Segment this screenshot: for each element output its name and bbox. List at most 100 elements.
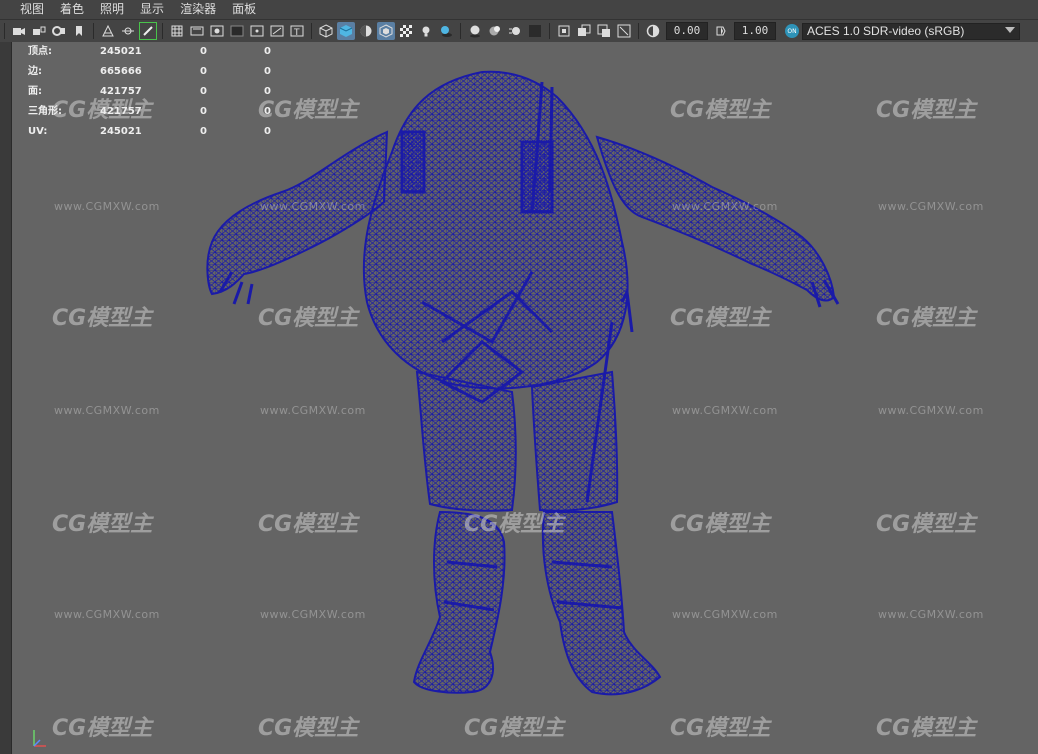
hud-row-edges: 边: 665666 0 0 (28, 62, 308, 82)
hud-value: 0 (264, 126, 271, 137)
menu-view[interactable]: 视图 (0, 0, 52, 19)
toolbar-separator (460, 23, 461, 39)
pivot-icon[interactable] (119, 22, 137, 40)
shadows-icon[interactable] (437, 22, 455, 40)
gate-mask-icon[interactable] (228, 22, 246, 40)
grease-pencil-icon[interactable] (139, 22, 157, 40)
safe-action-icon[interactable] (268, 22, 286, 40)
menu-lighting[interactable]: 照明 (92, 0, 132, 19)
toolbar-separator (638, 23, 639, 39)
svg-text:T: T (293, 28, 300, 37)
watermark-logo: CG模型主 (876, 98, 977, 123)
camera-lock-icon[interactable] (30, 22, 48, 40)
wireframe-character-model[interactable] (12, 42, 1038, 754)
isolate-icon[interactable] (615, 22, 633, 40)
gamma-field[interactable]: 1.00 (734, 22, 776, 40)
image-plane-icon[interactable] (99, 22, 117, 40)
camera-icon[interactable] (10, 22, 28, 40)
hud-value: 0 (264, 66, 271, 77)
menu-shading[interactable]: 着色 (52, 0, 92, 19)
hud-label: 三角形: (28, 106, 62, 117)
left-panel-edge (0, 42, 12, 754)
gamma-icon[interactable] (712, 22, 730, 40)
exposure-field[interactable]: 0.00 (666, 22, 708, 40)
panel-toolbar: T 0.00 1.00 ON ACES 1.0 SDR-video (sRGB) (0, 20, 1038, 43)
grid-icon[interactable] (168, 22, 186, 40)
toolbar-separator (93, 23, 94, 39)
watermark-logo: CG模型主 (876, 512, 977, 537)
checker-texture-icon[interactable] (397, 22, 415, 40)
view-axis-gizmo-icon (33, 730, 46, 747)
hud-value: 0 (200, 86, 207, 97)
backface-icon[interactable] (595, 22, 613, 40)
watermark-url: www.CGMXW.com (54, 404, 160, 417)
watermark-url: www.CGMXW.com (260, 200, 366, 213)
toolbar-separator (311, 23, 312, 39)
3d-viewport[interactable]: CG模型主 CG模型主 CG模型主 CG模型主 www.CGMXW.com ww… (12, 42, 1038, 754)
xray-icon[interactable] (555, 22, 573, 40)
reflection-icon[interactable] (486, 22, 504, 40)
motion-blur-icon[interactable] (506, 22, 524, 40)
resolution-gate-icon[interactable] (208, 22, 226, 40)
watermark-logo: CG模型主 (670, 98, 771, 123)
watermark-logo: CG模型主 (876, 306, 977, 331)
hud-row-vertices: 顶点: 245021 0 0 (28, 42, 308, 62)
watermark-url: www.CGMXW.com (54, 200, 160, 213)
toolbar-separator (549, 23, 550, 39)
menu-renderer[interactable]: 渲染器 (172, 0, 224, 19)
toolbar-separator (162, 23, 163, 39)
lights-icon[interactable] (417, 22, 435, 40)
hud-row-faces: 面: 421757 0 0 (28, 82, 308, 102)
watermark-logo: CG模型主 (258, 512, 359, 537)
watermark-url: www.CGMXW.com (878, 608, 984, 621)
color-space-dropdown[interactable]: ACES 1.0 SDR-video (sRGB) (802, 22, 1020, 40)
watermark-logo: CG模型主 (670, 306, 771, 331)
watermark-logo: CG模型主 (52, 716, 153, 741)
heads-up-display-poly-count: 顶点: 245021 0 0 边: 665666 0 0 面: 421757 0… (28, 42, 308, 142)
field-chart-icon[interactable] (248, 22, 266, 40)
hud-value: 665666 (100, 66, 142, 77)
watermark-logo: CG模型主 (52, 512, 153, 537)
chevron-down-icon (1005, 26, 1015, 33)
ambient-occlusion-icon[interactable] (466, 22, 484, 40)
watermark-url: www.CGMXW.com (672, 200, 778, 213)
toolbar-separator (4, 23, 5, 39)
hud-label: UV: (28, 126, 48, 137)
menu-show[interactable]: 显示 (132, 0, 172, 19)
film-gate-icon[interactable] (188, 22, 206, 40)
watermark-url: www.CGMXW.com (260, 404, 366, 417)
watermark-url: www.CGMXW.com (54, 608, 160, 621)
color-space-value: ACES 1.0 SDR-video (sRGB) (807, 24, 965, 38)
watermark-logo: CG模型主 (464, 716, 565, 741)
watermark-logo: CG模型主 (258, 306, 359, 331)
hud-label: 顶点: (28, 46, 52, 57)
hud-value: 245021 (100, 126, 142, 137)
camera-attributes-icon[interactable] (50, 22, 68, 40)
safe-title-icon[interactable]: T (288, 22, 306, 40)
wireframe-icon[interactable] (317, 22, 335, 40)
hud-row-uvs: UV: 245021 0 0 (28, 122, 308, 142)
exposure-icon[interactable] (644, 22, 662, 40)
hud-label: 边: (28, 66, 42, 77)
hud-value: 0 (200, 106, 207, 117)
watermark-logo: CG模型主 (464, 512, 565, 537)
color-management-icon[interactable]: ON (785, 24, 799, 38)
menu-panels[interactable]: 面板 (224, 0, 264, 19)
hud-label: 面: (28, 86, 42, 97)
hud-value: 421757 (100, 106, 142, 117)
menu-bar: 视图 着色 照明 显示 渲染器 面板 (0, 0, 1038, 20)
hud-value: 421757 (100, 86, 142, 97)
hud-row-triangles: 三角形: 421757 0 0 (28, 102, 308, 122)
smooth-shade-icon[interactable] (337, 22, 355, 40)
watermark-logo: CG模型主 (670, 512, 771, 537)
bookmark-icon[interactable] (70, 22, 88, 40)
shade-wireframe-icon[interactable] (357, 22, 375, 40)
hud-value: 0 (200, 126, 207, 137)
hud-value: 0 (200, 66, 207, 77)
hud-value: 0 (264, 46, 271, 57)
antialias-icon[interactable] (526, 22, 544, 40)
xray-cube-icon[interactable] (377, 22, 395, 40)
hud-value: 0 (264, 106, 271, 117)
xray-joints-icon[interactable] (575, 22, 593, 40)
watermark-url: www.CGMXW.com (672, 608, 778, 621)
